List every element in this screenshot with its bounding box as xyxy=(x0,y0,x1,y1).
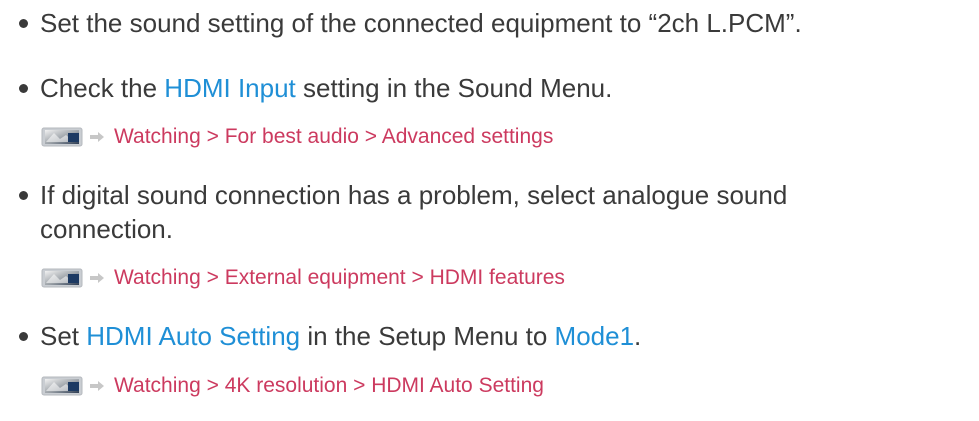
item-text-suffix: setting in the Sound Menu. xyxy=(295,73,613,103)
hdmi-input-link[interactable]: HDMI Input xyxy=(164,73,296,103)
ehelp-tv-icon xyxy=(41,376,104,396)
item-text: Set HDMI Auto Setting in the Setup Menu … xyxy=(40,319,973,353)
list-item-sound-setting: Set the sound setting of the connected e… xyxy=(18,6,973,40)
item-text: Check the HDMI Input setting in the Soun… xyxy=(40,71,973,105)
item-text-line1: If digital sound connection has a proble… xyxy=(40,180,788,210)
reference-row-hdmi-features: Watching > External equipment > HDMI fea… xyxy=(40,263,565,293)
item-text: If digital sound connection has a proble… xyxy=(40,178,973,246)
reference-link[interactable]: Watching > 4K resolution > HDMI Auto Set… xyxy=(114,371,544,401)
item-text-prefix: Check the xyxy=(40,73,165,103)
list-item-hdmi-input: Check the HDMI Input setting in the Soun… xyxy=(18,71,973,105)
item-text-middle: in the Setup Menu to xyxy=(300,321,555,351)
list-item-hdmi-auto-setting: Set HDMI Auto Setting in the Setup Menu … xyxy=(18,319,973,353)
item-text-suffix: . xyxy=(634,321,642,351)
ehelp-tv-icon xyxy=(41,268,104,288)
arrow-right-icon xyxy=(90,273,104,283)
hdmi-auto-setting-link[interactable]: HDMI Auto Setting xyxy=(86,321,300,351)
ehelp-tv-icon xyxy=(41,127,104,147)
item-text-prefix: Set xyxy=(40,321,87,351)
reference-link[interactable]: Watching > For best audio > Advanced set… xyxy=(114,122,553,152)
item-text: Set the sound setting of the connected e… xyxy=(40,8,802,38)
item-text-line2: connection. xyxy=(40,214,173,244)
ehelp-reference-icon xyxy=(40,374,108,398)
ehelp-reference-icon xyxy=(40,125,108,149)
reference-row-4k-resolution: Watching > 4K resolution > HDMI Auto Set… xyxy=(40,371,544,401)
arrow-right-icon xyxy=(90,381,104,391)
reference-row-advanced-settings: Watching > For best audio > Advanced set… xyxy=(40,122,553,152)
arrow-right-icon xyxy=(90,132,104,142)
mode1-link[interactable]: Mode1 xyxy=(555,321,635,351)
reference-link[interactable]: Watching > External equipment > HDMI fea… xyxy=(114,263,565,293)
ehelp-reference-icon xyxy=(40,266,108,290)
list-item-analogue-sound: If digital sound connection has a proble… xyxy=(18,178,973,246)
